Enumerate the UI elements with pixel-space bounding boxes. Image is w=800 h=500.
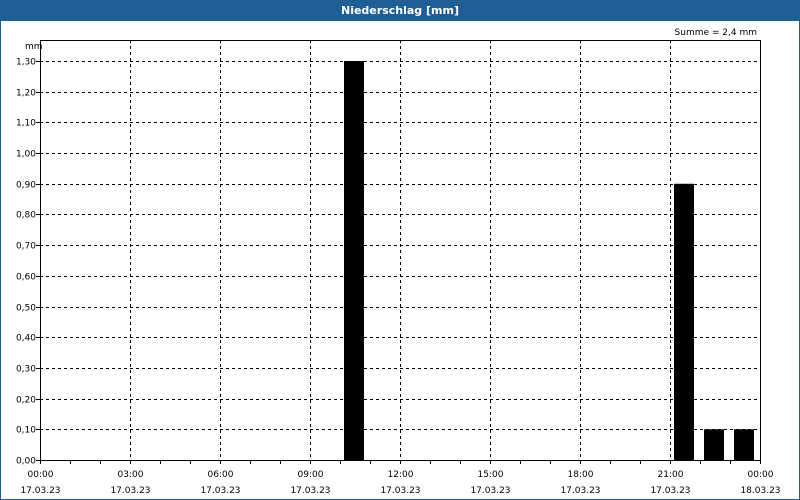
x-tick-date: 17.03.23 (650, 486, 690, 496)
y-tick-label: 0,80 (16, 211, 36, 221)
y-tick-label: 0,90 (16, 181, 36, 191)
y-tick-label: 0,00 (16, 457, 36, 467)
x-tick-time: 15:00 (478, 470, 504, 480)
x-tick-time: 21:00 (658, 470, 684, 480)
chart-title: Niederschlag [mm] (1, 1, 799, 21)
x-tick-time: 00:00 (748, 470, 774, 480)
bar (674, 183, 694, 460)
x-tick-time: 18:00 (568, 470, 594, 480)
chart-window: Niederschlag [mm] mm Summe = 2,4 mm 0,00… (0, 0, 800, 500)
x-tick-time: 03:00 (118, 470, 144, 480)
x-tick-date: 17.03.23 (560, 486, 600, 496)
y-tick-label: 1,10 (16, 119, 36, 129)
x-tick-date: 17.03.23 (200, 486, 240, 496)
y-tick-label: 0,30 (16, 365, 36, 375)
bar (704, 429, 724, 460)
x-tick-date: 17.03.23 (110, 486, 150, 496)
x-tick-time: 12:00 (388, 470, 414, 480)
x-tick-time: 09:00 (298, 470, 324, 480)
x-tick-time: 06:00 (208, 470, 234, 480)
x-tick-date: 17.03.23 (380, 486, 420, 496)
y-tick-label: 0,70 (16, 242, 36, 252)
y-tick-label: 1,20 (16, 89, 36, 99)
x-tick-time: 00:00 (28, 470, 54, 480)
x-tick-date: 17.03.23 (470, 486, 510, 496)
y-tick-label: 0,10 (16, 426, 36, 436)
y-tick-label: 0,40 (16, 334, 36, 344)
y-tick-label: 0,50 (16, 304, 36, 314)
x-tick-date: 17.03.23 (20, 486, 60, 496)
bar (734, 429, 754, 460)
y-tick-label: 1,30 (16, 58, 36, 68)
y-tick-label: 0,60 (16, 273, 36, 283)
y-tick-label: 0,20 (16, 396, 36, 406)
y-axis-unit: mm (25, 42, 43, 52)
y-tick-label: 1,00 (16, 150, 36, 160)
x-tick-date: 17.03.23 (290, 486, 330, 496)
precipitation-chart: mm Summe = 2,4 mm 0,00 0,10 0,20 0,30 0,40 0,… (16, 28, 781, 496)
bar (344, 61, 364, 460)
x-tick-date: 18.03.23 (740, 486, 780, 496)
sum-label: Summe = 2,4 mm (675, 28, 757, 38)
